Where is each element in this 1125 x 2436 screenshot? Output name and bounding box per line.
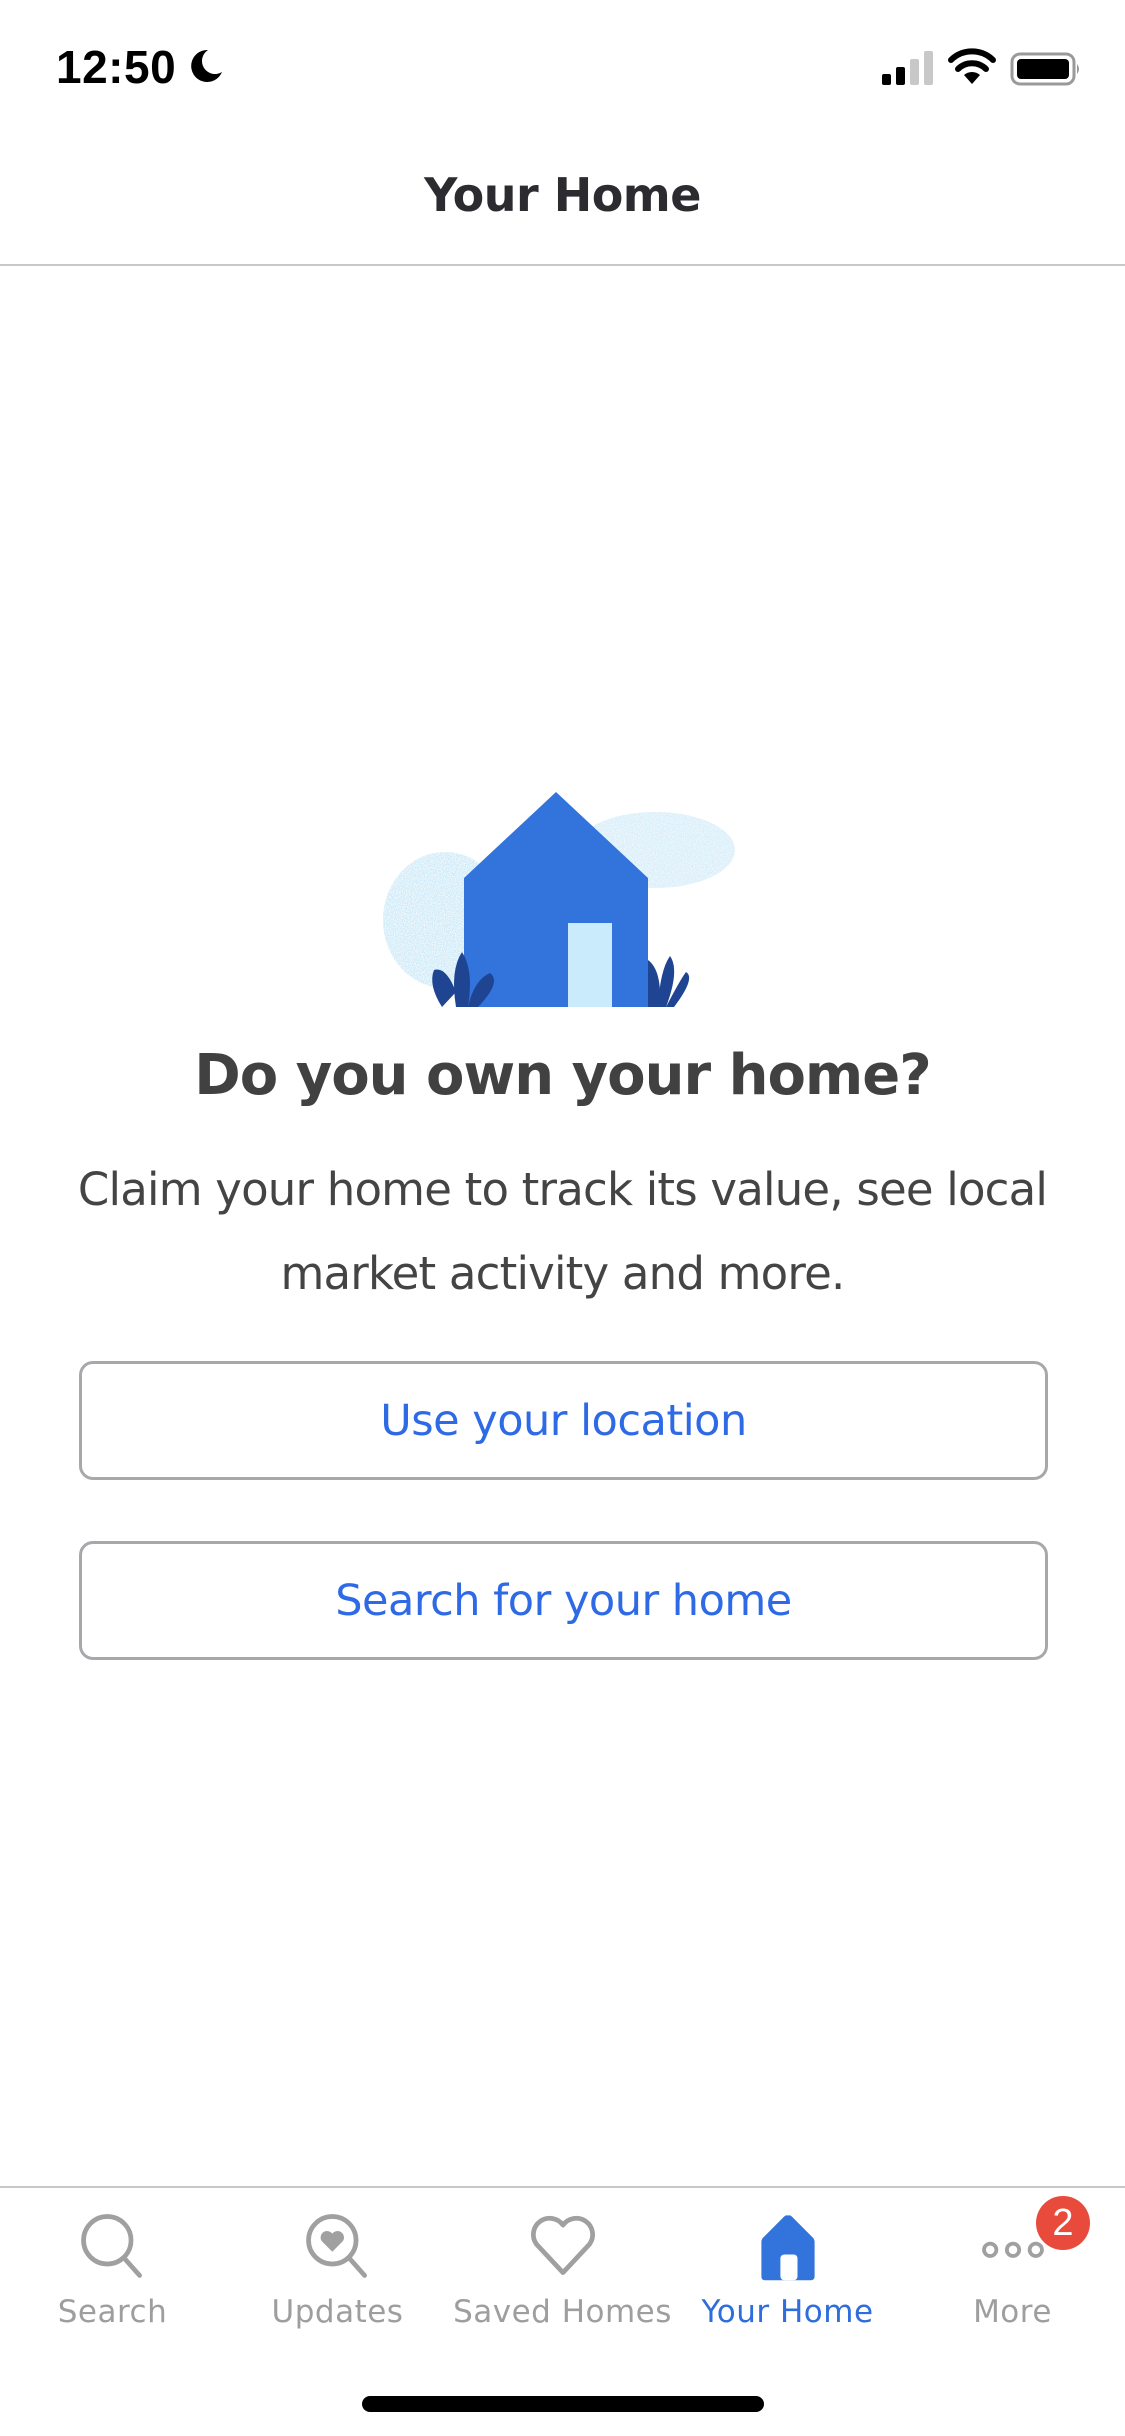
moon-icon [191, 49, 222, 82]
updates-heart-search-icon [305, 2214, 367, 2278]
plant-right [648, 956, 690, 1007]
house-illustration [383, 792, 735, 1007]
notification-badge: 2 [1036, 2196, 1090, 2250]
tab-saved-homes[interactable]: Saved Homes [450, 2190, 675, 2330]
page-title: Your Home [424, 168, 701, 222]
house-icon [760, 2215, 815, 2281]
tab-label: Your Home [701, 2294, 874, 2330]
tab-more[interactable]: More [900, 2190, 1125, 2330]
tab-bar-divider [0, 2186, 1125, 2188]
wifi-icon [948, 48, 996, 84]
home-indicator[interactable] [362, 2396, 764, 2412]
tab-label: Updates [271, 2294, 404, 2330]
search-home-button[interactable]: Search for your home [79, 1541, 1048, 1660]
main-heading: Do you own your home? [194, 1043, 931, 1108]
tab-label: More [973, 2294, 1052, 2330]
heart-icon [530, 2215, 595, 2275]
search-icon [80, 2214, 142, 2278]
main-subtext: Claim your home to track its value, see … [77, 1163, 1048, 1300]
tab-updates[interactable]: Updates [225, 2190, 450, 2330]
signal-icon [882, 51, 933, 85]
tab-label: Saved Homes [453, 2294, 672, 2330]
tab-label: Search [57, 2294, 168, 2330]
battery-icon [1010, 52, 1079, 86]
house-door [568, 923, 612, 1007]
use-location-button[interactable]: Use your location [79, 1361, 1048, 1480]
status-time: 12:50 [56, 41, 177, 93]
header-divider [0, 264, 1125, 266]
tab-search[interactable]: Search [0, 2190, 225, 2330]
tab-your-home[interactable]: Your Home [675, 2190, 900, 2330]
